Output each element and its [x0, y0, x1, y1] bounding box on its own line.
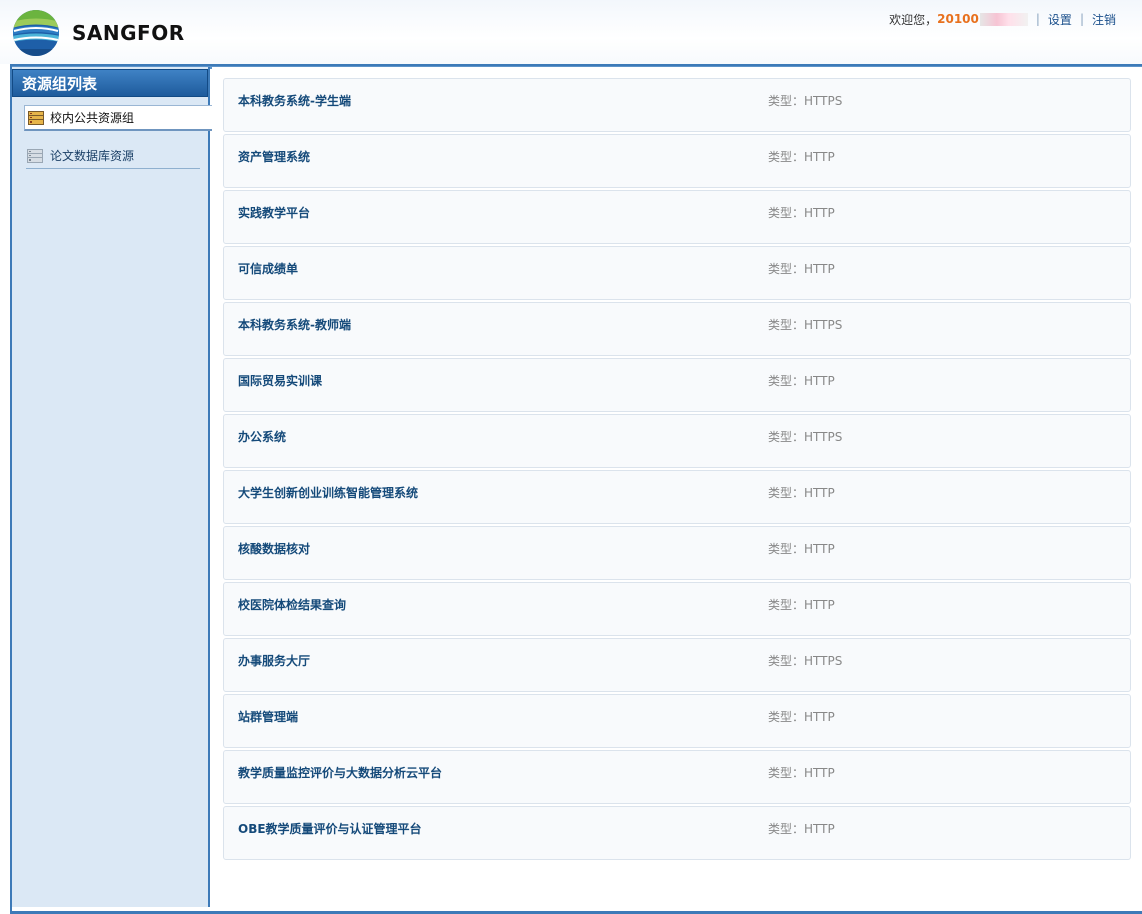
resource-name-link[interactable]: 核酸数据核对: [238, 540, 310, 557]
username-redacted: [979, 12, 1028, 26]
sidebar-item-label: 论文数据库资源: [50, 149, 135, 163]
resource-type: 类型：HTTPS: [768, 428, 842, 445]
resource-item[interactable]: 国际贸易实训课 类型：HTTP: [223, 358, 1131, 412]
resource-type: 类型：HTTPS: [768, 316, 842, 333]
separator: |: [1079, 12, 1084, 26]
resource-type-prefix: 类型：: [768, 318, 805, 332]
resource-item[interactable]: 站群管理端 类型：HTTP: [223, 694, 1131, 748]
database-grid-icon: [27, 148, 43, 163]
resource-item[interactable]: 校医院体检结果查询 类型：HTTP: [223, 582, 1131, 636]
resource-type-value: HTTPS: [804, 318, 843, 332]
resource-type-value: HTTP: [804, 542, 835, 556]
resource-type: 类型：HTTP: [768, 708, 835, 725]
resource-name-link[interactable]: 国际贸易实训课: [238, 372, 322, 389]
resource-name-link[interactable]: 资产管理系统: [238, 148, 310, 165]
resource-item[interactable]: 办公系统 类型：HTTPS: [223, 414, 1131, 468]
resource-type-prefix: 类型：: [768, 206, 805, 220]
resource-type-value: HTTP: [804, 822, 835, 836]
resource-name-link[interactable]: OBE教学质量评价与认证管理平台: [238, 820, 422, 837]
resource-item[interactable]: 核酸数据核对 类型：HTTP: [223, 526, 1131, 580]
sidebar-item-campus-public[interactable]: 校内公共资源组: [24, 105, 212, 131]
resource-item[interactable]: OBE教学质量评价与认证管理平台 类型：HTTP: [223, 806, 1131, 860]
resource-type-prefix: 类型：: [768, 486, 805, 500]
resource-type-value: HTTP: [804, 206, 835, 220]
resource-type-value: HTTP: [804, 486, 835, 500]
settings-link[interactable]: 设置: [1048, 11, 1072, 28]
top-header: SANGFOR 欢迎您， 20100 | 设置 | 注销: [0, 0, 1142, 64]
resource-type: 类型：HTTP: [768, 820, 835, 837]
resource-type-prefix: 类型：: [768, 766, 805, 780]
resource-type-prefix: 类型：: [768, 430, 805, 444]
resource-type: 类型：HTTP: [768, 596, 835, 613]
resource-name-link[interactable]: 办事服务大厅: [238, 652, 310, 669]
resource-type-value: HTTPS: [804, 654, 843, 668]
resource-type-value: HTTPS: [804, 94, 843, 108]
resource-type-prefix: 类型：: [768, 822, 805, 836]
resource-name-link[interactable]: 站群管理端: [238, 708, 298, 725]
resource-item[interactable]: 资产管理系统 类型：HTTP: [223, 134, 1131, 188]
resource-type-value: HTTPS: [804, 430, 843, 444]
resource-type: 类型：HTTP: [768, 148, 835, 165]
resource-type-prefix: 类型：: [768, 150, 805, 164]
resource-type: 类型：HTTPS: [768, 652, 842, 669]
resource-type-prefix: 类型：: [768, 374, 805, 388]
resource-item[interactable]: 办事服务大厅 类型：HTTPS: [223, 638, 1131, 692]
resource-type: 类型：HTTP: [768, 540, 835, 557]
resource-item[interactable]: 可信成绩单 类型：HTTP: [223, 246, 1131, 300]
resource-type: 类型：HTTP: [768, 484, 835, 501]
resource-type-value: HTTP: [804, 766, 835, 780]
welcome-text: 欢迎您，: [889, 12, 938, 27]
resource-name-link[interactable]: 实践教学平台: [238, 204, 310, 221]
resource-name-link[interactable]: 办公系统: [238, 428, 286, 445]
resource-name-link[interactable]: 本科教务系统-教师端: [238, 316, 351, 333]
resource-type: 类型：HTTPS: [768, 92, 842, 109]
resource-type-value: HTTP: [804, 374, 835, 388]
resource-name-link[interactable]: 可信成绩单: [238, 260, 298, 277]
resource-item[interactable]: 教学质量监控评价与大数据分析云平台 类型：HTTP: [223, 750, 1131, 804]
resource-name-link[interactable]: 校医院体检结果查询: [238, 596, 346, 613]
sidebar-item-thesis-database[interactable]: 论文数据库资源: [26, 143, 200, 169]
resource-type-value: HTTP: [804, 150, 835, 164]
resource-item[interactable]: 实践教学平台 类型：HTTP: [223, 190, 1131, 244]
logout-link[interactable]: 注销: [1092, 11, 1116, 28]
sidebar: 资源组列表 校内公共资源组 论文数据库资源: [12, 67, 212, 907]
resource-panel: 本科教务系统-学生端 类型：HTTPS 资产管理系统 类型：HTTP 实践教学平台 类型：…: [212, 67, 1142, 907]
resource-type: 类型：HTTP: [768, 372, 835, 389]
resource-name-link[interactable]: 本科教务系统-学生端: [238, 92, 351, 109]
resource-name-link[interactable]: 大学生创新创业训练智能管理系统: [238, 484, 418, 501]
sidebar-title: 资源组列表: [12, 69, 208, 97]
sangfor-logo: SANGFOR: [12, 9, 192, 57]
brand-name: SANGFOR: [72, 21, 185, 45]
resource-item[interactable]: 大学生创新创业训练智能管理系统 类型：HTTP: [223, 470, 1131, 524]
resource-type-value: HTTP: [804, 262, 835, 276]
resource-type-prefix: 类型：: [768, 598, 805, 612]
username: 20100: [937, 12, 979, 26]
user-bar: 欢迎您， 20100 | 设置 | 注销: [889, 11, 1116, 27]
sidebar-item-label: 校内公共资源组: [50, 111, 135, 125]
resource-type: 类型：HTTP: [768, 764, 835, 781]
resource-type-prefix: 类型：: [768, 262, 805, 276]
resource-type-prefix: 类型：: [768, 654, 805, 668]
globe-logo-icon: [13, 10, 59, 56]
resource-type: 类型：HTTP: [768, 204, 835, 221]
resource-type-prefix: 类型：: [768, 542, 805, 556]
resource-name-link[interactable]: 教学质量监控评价与大数据分析云平台: [238, 764, 442, 781]
resource-type-prefix: 类型：: [768, 94, 805, 108]
resource-type-prefix: 类型：: [768, 710, 805, 724]
resource-type-value: HTTP: [804, 710, 835, 724]
resource-item[interactable]: 本科教务系统-学生端 类型：HTTPS: [223, 78, 1131, 132]
server-rack-icon: [28, 110, 44, 125]
separator: |: [1035, 12, 1040, 26]
resource-item[interactable]: 本科教务系统-教师端 类型：HTTPS: [223, 302, 1131, 356]
resource-type-value: HTTP: [804, 598, 835, 612]
resource-type: 类型：HTTP: [768, 260, 835, 277]
